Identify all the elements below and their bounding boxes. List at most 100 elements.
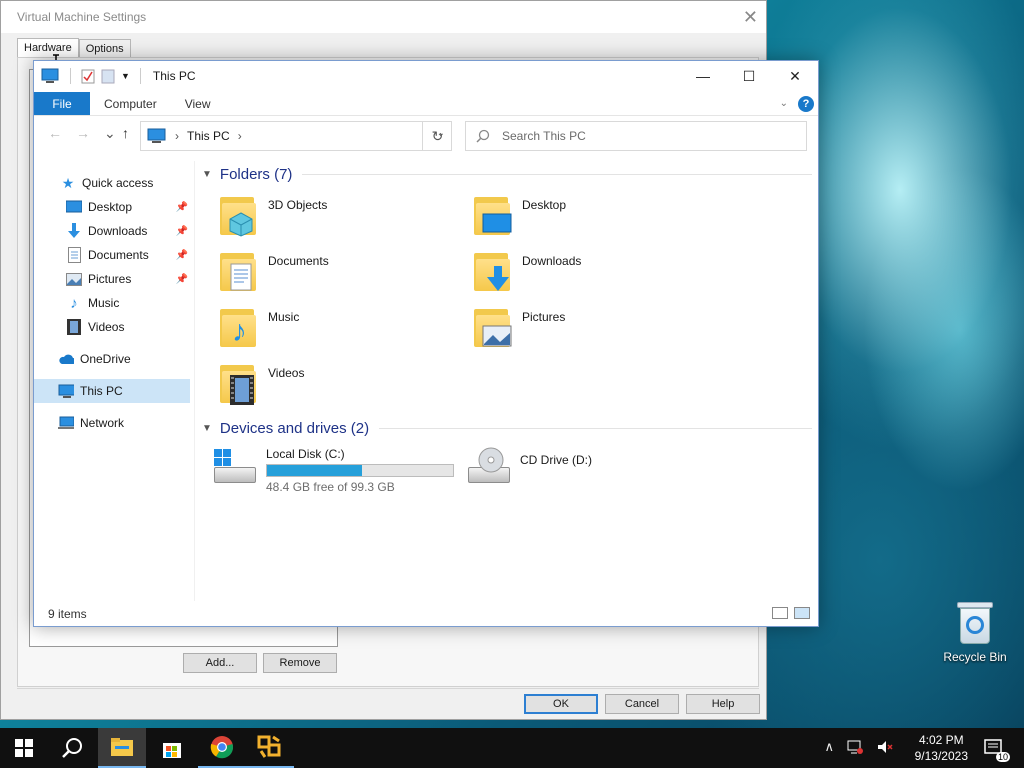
pictures-folder-icon bbox=[472, 305, 512, 351]
taskbar-file-explorer[interactable] bbox=[98, 728, 146, 768]
devices-group-header[interactable]: ▼ Devices and drives (2) bbox=[202, 415, 812, 441]
taskbar-chrome[interactable] bbox=[198, 728, 246, 768]
ok-button[interactable]: OK bbox=[524, 694, 598, 714]
windows-drive-icon bbox=[212, 447, 258, 491]
recycle-bin-label: Recycle Bin bbox=[943, 650, 1007, 664]
ribbon: File Computer View ⌄ ? bbox=[34, 92, 818, 116]
file-explorer-window: ▼ This PC — ☐ ✕ File Computer View ⌄ ? ←… bbox=[33, 60, 819, 627]
volume-muted-icon[interactable] bbox=[876, 739, 894, 755]
cd-drive-icon bbox=[466, 447, 512, 491]
tab-computer[interactable]: Computer bbox=[90, 92, 171, 115]
breadcrumb-chevron-icon[interactable]: › bbox=[238, 129, 242, 143]
search-icon bbox=[476, 129, 490, 143]
recycle-bin-icon bbox=[957, 600, 993, 644]
search-box[interactable]: Search This PC bbox=[465, 121, 807, 151]
tab-view[interactable]: View bbox=[171, 92, 225, 115]
pin-icon[interactable]: 📌 bbox=[176, 226, 188, 237]
folder-desktop[interactable]: Desktop bbox=[472, 193, 726, 241]
up-arrow-icon[interactable]: ↑ bbox=[122, 125, 129, 141]
show-hidden-icons-chevron-icon[interactable]: ∧ bbox=[824, 739, 834, 755]
vmware-icon bbox=[257, 735, 281, 758]
network-icon bbox=[58, 415, 74, 431]
recent-locations-icon[interactable]: ⌄ bbox=[104, 125, 116, 142]
folder-label: Videos bbox=[268, 366, 305, 380]
add-button[interactable]: Add... bbox=[183, 653, 257, 673]
forward-arrow-icon[interactable]: → bbox=[76, 125, 90, 141]
help-icon[interactable]: ? bbox=[798, 95, 814, 112]
taskbar-store[interactable] bbox=[148, 728, 196, 768]
address-bar[interactable]: › This PC › ⌄ bbox=[140, 121, 452, 151]
new-folder-icon[interactable] bbox=[101, 68, 115, 84]
sidebar-item-videos[interactable]: Videos bbox=[34, 315, 190, 339]
large-icons-view-icon[interactable] bbox=[794, 607, 810, 619]
properties-icon[interactable] bbox=[81, 68, 95, 84]
sidebar-item-music[interactable]: ♪ Music bbox=[34, 291, 190, 315]
tab-file[interactable]: File bbox=[34, 92, 90, 115]
document-icon bbox=[66, 247, 82, 263]
vm-settings-title: Virtual Machine Settings bbox=[17, 10, 147, 24]
sidebar-item-this-pc[interactable]: This PC bbox=[34, 379, 190, 403]
sidebar-item-label: Downloads bbox=[88, 224, 148, 238]
sidebar-item-onedrive[interactable]: OneDrive bbox=[34, 347, 190, 371]
search-button[interactable] bbox=[48, 728, 96, 768]
sidebar-item-label: This PC bbox=[80, 384, 123, 398]
details-view-icon[interactable] bbox=[772, 607, 788, 619]
minimize-icon[interactable]: — bbox=[680, 61, 726, 91]
drive-d-label: CD Drive (D:) bbox=[520, 453, 592, 467]
expand-ribbon-icon[interactable]: ⌄ bbox=[780, 98, 788, 109]
customize-toolbar-icon[interactable]: ▼ bbox=[121, 71, 130, 81]
folder-music[interactable]: ♪ Music bbox=[218, 305, 472, 353]
sidebar-item-documents[interactable]: Documents 📌 bbox=[34, 243, 190, 267]
tab-options[interactable]: Options bbox=[78, 39, 131, 58]
this-pc-icon bbox=[41, 68, 59, 83]
sidebar-item-label: Network bbox=[80, 416, 125, 430]
pane-splitter[interactable] bbox=[194, 161, 195, 601]
breadcrumb-this-pc[interactable]: This PC bbox=[187, 129, 230, 143]
group-title: Devices and drives (2) bbox=[219, 419, 370, 437]
vm-close-icon[interactable]: ✕ bbox=[743, 7, 758, 28]
sidebar-item-pictures[interactable]: Pictures 📌 bbox=[34, 267, 190, 291]
notification-center[interactable]: 10 bbox=[972, 728, 1016, 768]
collapse-chevron-icon[interactable]: ▼ bbox=[202, 169, 212, 180]
folder-downloads[interactable]: Downloads bbox=[472, 249, 726, 297]
remove-button[interactable]: Remove bbox=[263, 653, 337, 673]
sidebar-item-network[interactable]: Network bbox=[34, 411, 190, 435]
help-button[interactable]: Help bbox=[686, 694, 760, 714]
status-bar-text: 9 items bbox=[48, 607, 87, 621]
tab-hardware[interactable]: Hardware bbox=[17, 38, 79, 57]
maximize-icon[interactable]: ☐ bbox=[726, 61, 772, 91]
music-note-icon: ♪ bbox=[70, 294, 78, 312]
pin-icon[interactable]: 📌 bbox=[176, 202, 188, 213]
music-folder-icon: ♪ bbox=[218, 305, 258, 351]
notification-count-badge: 10 bbox=[995, 752, 1010, 762]
breadcrumb-chevron-icon[interactable]: › bbox=[175, 129, 179, 143]
pin-icon[interactable]: 📌 bbox=[176, 274, 188, 285]
folder-documents[interactable]: Documents bbox=[218, 249, 472, 297]
desktop-icon bbox=[66, 199, 82, 215]
folder-3d-objects[interactable]: 3D Objects bbox=[218, 193, 472, 241]
drive-c-free-space: 48.4 GB free of 99.3 GB bbox=[266, 480, 395, 494]
taskbar-vmware[interactable] bbox=[246, 728, 294, 768]
pin-icon[interactable]: 📌 bbox=[176, 250, 188, 261]
back-arrow-icon[interactable]: ← bbox=[48, 125, 62, 141]
sidebar-item-desktop[interactable]: Desktop 📌 bbox=[34, 195, 190, 219]
taskbar-clock[interactable]: 4:02 PM 9/13/2023 bbox=[915, 732, 968, 764]
recycle-bin[interactable]: Recycle Bin bbox=[938, 600, 1012, 664]
sidebar-item-downloads[interactable]: Downloads 📌 bbox=[34, 219, 190, 243]
folder-videos[interactable]: Videos bbox=[218, 361, 472, 409]
folder-label: Downloads bbox=[522, 254, 582, 268]
folder-pictures[interactable]: Pictures bbox=[472, 305, 726, 353]
close-icon[interactable]: ✕ bbox=[772, 61, 818, 91]
taskbar-search-icon bbox=[62, 738, 82, 758]
sidebar-item-quick-access[interactable]: ★ Quick access bbox=[34, 171, 190, 195]
refresh-icon[interactable]: ↻ bbox=[422, 121, 452, 151]
computer-icon bbox=[58, 383, 74, 399]
drive-d[interactable]: CD Drive (D:) bbox=[466, 447, 720, 497]
cancel-button[interactable]: Cancel bbox=[605, 694, 679, 714]
start-button[interactable] bbox=[0, 728, 48, 768]
network-status-icon[interactable] bbox=[846, 739, 864, 755]
drives-grid: Local Disk (C:) 48.4 GB free of 99.3 GB … bbox=[202, 447, 812, 497]
folders-group-header[interactable]: ▼ Folders (7) bbox=[202, 161, 812, 187]
collapse-chevron-icon[interactable]: ▼ bbox=[202, 423, 212, 434]
drive-c[interactable]: Local Disk (C:) 48.4 GB free of 99.3 GB bbox=[212, 447, 466, 497]
